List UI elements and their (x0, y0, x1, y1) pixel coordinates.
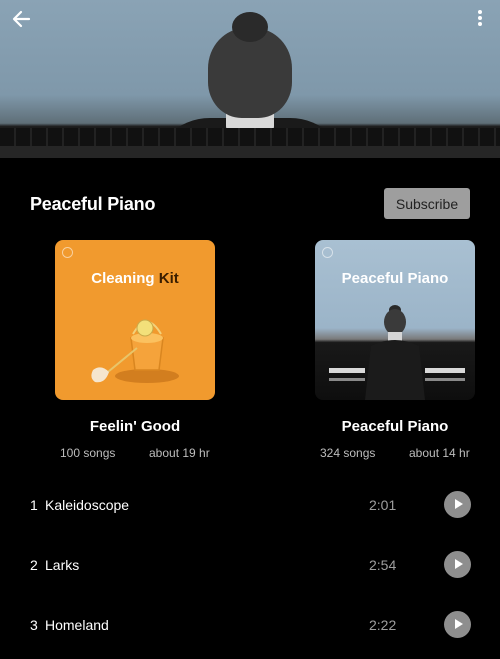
track-title: Homeland (45, 617, 109, 633)
cover-title: Peaceful Piano (341, 270, 449, 287)
playlist-cover-cleaning-kit[interactable]: Cleaning Kit (55, 240, 215, 400)
card-duration: about 14 hr (409, 446, 470, 460)
cover-title: Cleaning Kit (91, 270, 179, 287)
back-arrow-icon[interactable] (10, 8, 32, 30)
track-duration: 2:01 (369, 497, 397, 513)
track-number: 3 (30, 617, 38, 633)
card-song-count: 100 songs (60, 446, 116, 460)
play-icon[interactable] (444, 551, 471, 578)
playlist-card-feelin-good[interactable]: Cleaning Kit Feelin' Good 100 songs abou… (55, 240, 215, 460)
track-number: 1 (30, 497, 38, 513)
spotify-logo-icon (322, 247, 333, 258)
track-duration: 2:54 (369, 557, 397, 573)
track-duration: 2:22 (369, 617, 397, 633)
play-icon[interactable] (444, 491, 471, 518)
card-name: Peaceful Piano (341, 418, 449, 435)
playlist-cover-peaceful-piano[interactable]: Peaceful Piano (315, 240, 475, 400)
track-number: 2 (30, 557, 38, 573)
spotify-logo-icon (62, 247, 73, 258)
card-name: Feelin' Good (89, 418, 181, 435)
playlist-card-peaceful-piano[interactable]: Peaceful Piano Peaceful Piano 324 songs … (315, 240, 475, 460)
banner-piano-base (0, 146, 500, 158)
track-row[interactable]: 3 Homeland 2:22 (0, 605, 500, 645)
play-icon[interactable] (444, 611, 471, 638)
header-banner-image (0, 0, 500, 158)
track-row[interactable]: 1 Kaleidoscope 2:01 (0, 485, 500, 525)
track-title: Kaleidoscope (45, 497, 130, 513)
more-vertical-icon[interactable] (472, 8, 488, 30)
card-duration: about 19 hr (149, 446, 210, 460)
banner-person-hair-bun (232, 12, 268, 42)
cleaning-bucket-illustration (91, 319, 179, 383)
pianist-illustration (329, 305, 465, 400)
subscribe-button[interactable]: Subscribe (384, 188, 470, 219)
card-song-count: 324 songs (320, 446, 376, 460)
track-row[interactable]: 2 Larks 2:54 (0, 545, 500, 585)
playlist-title: Peaceful Piano (30, 194, 156, 214)
track-title: Larks (45, 557, 80, 573)
